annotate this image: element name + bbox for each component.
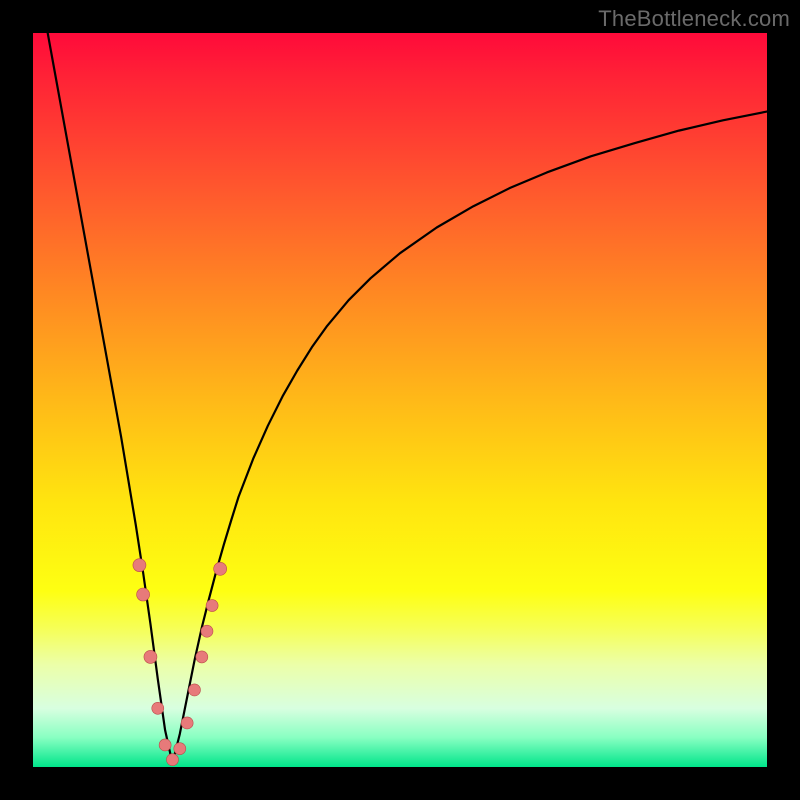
curve-marker — [133, 559, 146, 572]
curve-marker — [174, 743, 186, 755]
curve-marker — [201, 625, 213, 637]
watermark-text: TheBottleneck.com — [598, 6, 790, 32]
curve-marker — [196, 651, 208, 663]
curve-marker — [137, 588, 150, 601]
curve-marker — [166, 754, 178, 766]
curve-marker — [206, 600, 218, 612]
chart-frame: TheBottleneck.com — [0, 0, 800, 800]
chart-plot-area — [33, 33, 767, 767]
curve-marker — [159, 739, 171, 751]
curve-marker — [152, 702, 164, 714]
curve-marker — [188, 684, 200, 696]
curve-marker — [144, 650, 157, 663]
chart-svg — [33, 33, 767, 767]
curve-marker — [181, 717, 193, 729]
curve-marker — [214, 562, 227, 575]
